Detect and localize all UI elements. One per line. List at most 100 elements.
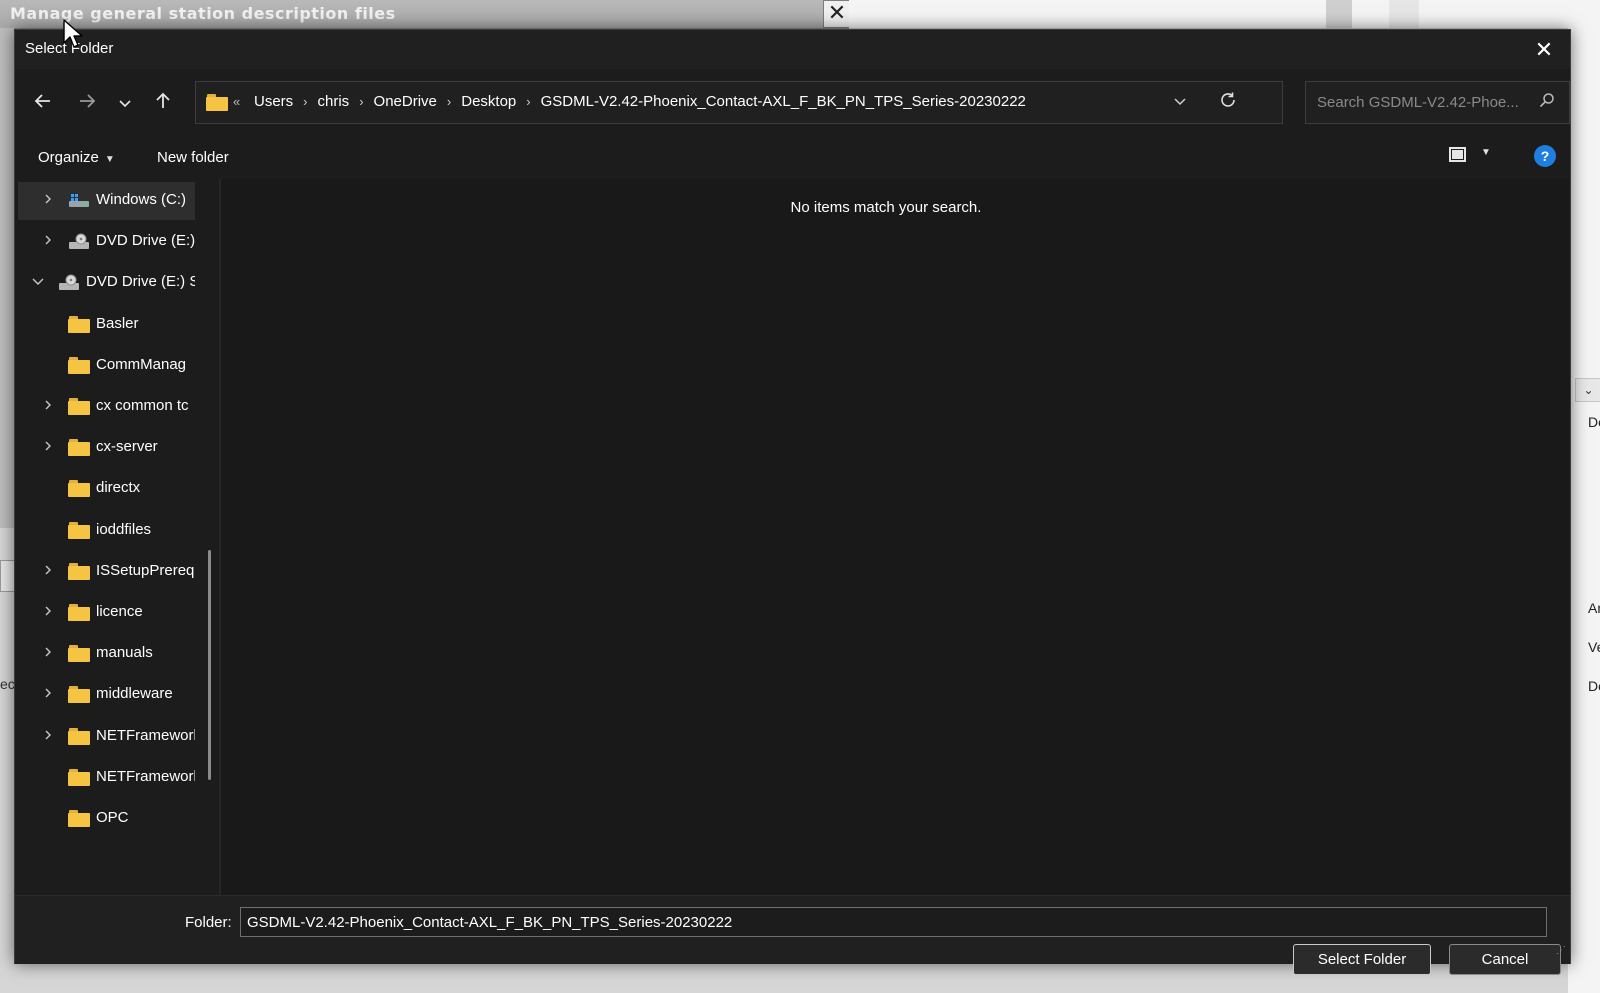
chevron-right-icon[interactable]	[40, 233, 56, 251]
chevron-right-icon[interactable]	[40, 604, 56, 622]
nav-pane-scrollbar[interactable]	[208, 550, 211, 780]
chevron-right-icon[interactable]	[40, 439, 56, 457]
dialog-titlebar: Select Folder ✕	[15, 30, 1570, 69]
tree-item-label: ioddfiles	[96, 520, 152, 538]
tree-item[interactable]: directx	[18, 470, 195, 508]
tree-item-label: NETFramework	[96, 767, 195, 785]
chevron-right-icon[interactable]	[40, 645, 56, 663]
background-right-panel	[849, 0, 1600, 29]
breadcrumb-item[interactable]: GSDML-V2.42-Phoenix_Contact-AXL_F_BK_PN_…	[541, 93, 1026, 110]
navigation-row: « Users › chris › OneDrive › Desktop › G…	[15, 69, 1570, 135]
help-button[interactable]: ?	[1534, 145, 1556, 167]
tree-item-label: Windows (C:)	[96, 191, 187, 208]
breadcrumb-item[interactable]: chris	[318, 93, 350, 110]
mouse-cursor-icon	[63, 19, 83, 48]
breadcrumb-separator-icon[interactable]: ›	[526, 94, 530, 109]
tree-item[interactable]: DVD Drive (E:) Sy	[18, 264, 195, 302]
chevron-down-icon[interactable]	[30, 274, 46, 292]
back-button[interactable]	[29, 91, 57, 119]
folder-icon	[68, 768, 90, 787]
tree-item[interactable]: manuals	[18, 635, 195, 673]
tree-item[interactable]: DVD Drive (E:)	[18, 223, 195, 261]
folder-icon	[206, 94, 228, 111]
folder-icon	[68, 439, 90, 457]
background-side-label: De	[1588, 678, 1600, 694]
background-side-label: Ve	[1588, 639, 1600, 655]
dialog-close-button[interactable]: ✕	[1530, 36, 1558, 64]
chevron-right-icon[interactable]	[40, 192, 56, 210]
search-icon[interactable]	[1536, 92, 1558, 114]
tree-item-label: NETFramework	[96, 726, 195, 744]
tree-item[interactable]: Windows (C:)	[18, 182, 195, 220]
tree-item[interactable]: middleware	[18, 676, 195, 714]
tree-item[interactable]: ioddfiles	[18, 512, 195, 550]
tree-item[interactable]: OPC	[18, 800, 195, 838]
chevron-right-icon[interactable]	[40, 563, 56, 581]
search-box[interactable]: Search GSDML-V2.42-Phoe...	[1305, 81, 1570, 124]
chevron-down-icon	[1174, 98, 1186, 106]
tree-item[interactable]: NETFramework	[18, 718, 195, 756]
background-panel-bar	[1326, 0, 1352, 28]
tree-item[interactable]: Basler	[18, 306, 195, 344]
chevron-right-icon[interactable]	[40, 686, 56, 704]
background-side-strip	[1568, 28, 1600, 993]
background-close-button[interactable]: ✕	[823, 0, 851, 28]
tree-item[interactable]: NETFramework	[18, 759, 195, 797]
breadcrumb-item[interactable]: OneDrive	[374, 93, 437, 110]
tree-item[interactable]: licence	[18, 594, 195, 632]
organize-menu[interactable]: Organize ▼	[38, 149, 115, 166]
organize-label: Organize	[38, 149, 99, 166]
select-folder-dialog: Select Folder ✕ « Users › chris › OneDri…	[14, 29, 1571, 975]
address-dropdown-button[interactable]	[1168, 92, 1192, 116]
chevron-right-icon[interactable]	[40, 728, 56, 746]
folder-icon	[68, 398, 90, 416]
arrow-left-icon	[34, 94, 50, 108]
tree-item[interactable]: ISSetupPrereq	[18, 553, 195, 591]
folder-icon	[68, 315, 90, 334]
tree-item-label: DVD Drive (E:)	[96, 232, 195, 250]
folder-name-field[interactable]	[240, 907, 1547, 937]
folder-icon	[68, 810, 90, 828]
new-folder-button[interactable]: New folder	[157, 149, 229, 166]
arrow-up-icon	[156, 92, 170, 108]
dvd-drive-icon	[68, 233, 90, 251]
address-overflow-icon[interactable]: «	[233, 94, 240, 109]
view-options-button[interactable]: ▼	[1447, 145, 1503, 169]
background-chevron-down-icon[interactable]: ⌄	[1575, 378, 1600, 402]
breadcrumb-separator-icon[interactable]: ›	[359, 94, 363, 109]
chevron-down-icon	[119, 100, 131, 108]
address-bar[interactable]: « Users › chris › OneDrive › Desktop › G…	[195, 81, 1283, 124]
refresh-button[interactable]	[1216, 91, 1240, 115]
background-left-strip	[0, 28, 15, 528]
tree-item[interactable]: cx common tc	[18, 388, 195, 426]
cancel-button[interactable]: Cancel	[1449, 944, 1561, 975]
folder-icon	[68, 727, 90, 746]
forward-button[interactable]	[73, 91, 101, 119]
windows-drive-icon	[68, 192, 90, 210]
breadcrumb-item[interactable]: Users	[254, 93, 293, 110]
file-list-area: No items match your search.	[221, 179, 1570, 895]
folder-icon	[68, 521, 90, 540]
select-folder-button[interactable]: Select Folder	[1293, 944, 1431, 975]
up-button[interactable]	[149, 91, 177, 119]
breadcrumb-item[interactable]: Desktop	[461, 93, 516, 110]
folder-icon	[68, 604, 90, 622]
tree-item[interactable]: CommManag	[18, 347, 195, 385]
tree-item[interactable]: cx-server	[18, 429, 195, 467]
empty-results-message: No items match your search.	[790, 199, 982, 216]
breadcrumb-separator-icon[interactable]: ›	[303, 94, 307, 109]
folder-icon	[68, 356, 90, 375]
chevron-right-icon[interactable]	[40, 398, 56, 416]
breadcrumb-separator-icon[interactable]: ›	[447, 94, 451, 109]
tree-item-label: DVD Drive (E:) Sy	[86, 273, 195, 291]
search-input[interactable]: Search GSDML-V2.42-Phoe...	[1317, 94, 1519, 111]
command-toolbar: Organize ▼ New folder ▼ ?	[15, 135, 1570, 179]
resize-grip-icon[interactable]: ⋰	[1556, 945, 1566, 956]
background-panel-bar	[1389, 0, 1419, 28]
recent-locations-button[interactable]	[111, 91, 139, 119]
background-side-label: Ar	[1588, 600, 1600, 616]
